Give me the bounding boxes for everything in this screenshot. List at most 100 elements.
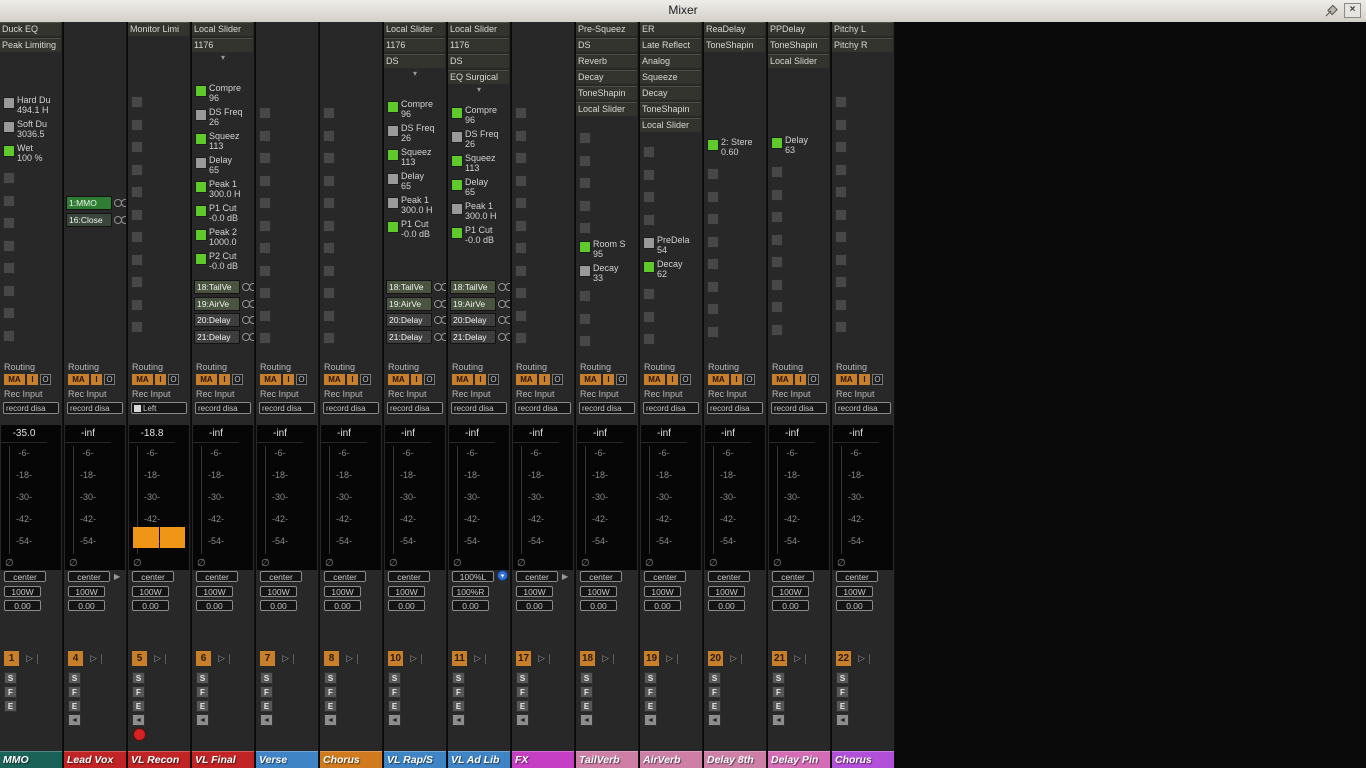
record-input-button[interactable]: record disa [835, 402, 891, 414]
fx-parameter[interactable]: Decay33 [579, 264, 638, 287]
fx-insert[interactable]: Local Slider [640, 118, 701, 132]
pan-control[interactable]: center [196, 571, 238, 582]
fx-insert[interactable]: DS [576, 38, 637, 52]
speaker-mute-button[interactable]: ◄ [644, 714, 657, 726]
fx-insert[interactable]: Duck EQ [0, 22, 61, 36]
fx-insert[interactable]: ER [640, 22, 701, 36]
fx-parameter[interactable]: Squeez113 [387, 148, 446, 171]
fader-track[interactable] [329, 446, 330, 554]
channel-f-button[interactable]: F [324, 686, 337, 698]
mono-button[interactable]: ∅ [5, 558, 14, 569]
track-name-label[interactable]: VL Ad Lib [448, 751, 510, 768]
fx-parameter[interactable]: P1 Cut-0.0 dB [387, 220, 446, 243]
trim-control[interactable]: 0.00 [580, 600, 617, 611]
send-slot[interactable]: 21:Delay [386, 330, 446, 345]
input-button[interactable]: I [731, 374, 742, 385]
fader-value[interactable]: -inf [769, 425, 815, 443]
width-control[interactable]: 100W [132, 586, 169, 597]
fx-insert[interactable]: Analog [640, 54, 701, 68]
channel-number-button[interactable]: 4 [68, 651, 83, 666]
speaker-mute-button[interactable]: ◄ [324, 714, 337, 726]
fader-track[interactable] [9, 446, 10, 554]
output-button[interactable]: O [488, 374, 499, 385]
width-control[interactable]: 100W [324, 586, 361, 597]
record-input-button[interactable]: record disa [579, 402, 635, 414]
pan-control[interactable]: center [388, 571, 430, 582]
channel-s-button[interactable]: S [388, 672, 401, 684]
fx-parameter[interactable]: P1 Cut-0.0 dB [195, 204, 254, 227]
width-control[interactable]: 100W [836, 586, 873, 597]
send-pan-knob-icon[interactable] [441, 316, 447, 324]
fx-insert[interactable]: ToneShapin [704, 38, 765, 52]
fx-parameter[interactable]: Compre96 [451, 106, 510, 129]
channel-s-button[interactable]: S [836, 672, 849, 684]
channel-s-button[interactable]: S [68, 672, 81, 684]
trim-control[interactable]: 0.00 [708, 600, 745, 611]
channel-s-button[interactable]: S [324, 672, 337, 684]
phase-icon[interactable]: ▷ [794, 653, 801, 664]
channel-s-button[interactable]: S [708, 672, 721, 684]
channel-s-button[interactable]: S [644, 672, 657, 684]
channel-e-button[interactable]: E [196, 700, 209, 712]
output-button[interactable]: O [296, 374, 307, 385]
send-pan-knob-icon[interactable] [121, 199, 127, 207]
fader-value[interactable]: -inf [65, 425, 111, 443]
speaker-mute-button[interactable]: ◄ [580, 714, 593, 726]
fader-track[interactable] [73, 446, 74, 554]
channel-e-button[interactable]: E [324, 700, 337, 712]
master-send-button[interactable]: MA [132, 374, 153, 385]
fx-parameter[interactable]: P1 Cut-0.0 dB [451, 226, 510, 249]
speaker-mute-button[interactable]: ◄ [836, 714, 849, 726]
send-slot[interactable]: 21:Delay [194, 330, 254, 345]
fx-insert[interactable]: Peak Limiting [0, 38, 61, 52]
phase-icon[interactable]: ▷ [154, 653, 161, 664]
record-input-button[interactable]: record disa [259, 402, 315, 414]
fx-insert[interactable]: Decay [640, 86, 701, 100]
trim-control[interactable]: 0.00 [4, 600, 41, 611]
trim-control[interactable]: 0.00 [836, 600, 873, 611]
fx-parameter[interactable]: Hard Du494.1 H [3, 96, 62, 119]
record-input-button[interactable]: record disa [515, 402, 571, 414]
channel-e-button[interactable]: E [68, 700, 81, 712]
record-input-button[interactable]: record disa [707, 402, 763, 414]
width-control[interactable]: 100W [4, 586, 41, 597]
fx-insert[interactable]: Local Slider [192, 22, 253, 36]
fader-track[interactable] [457, 446, 458, 554]
channel-f-button[interactable]: F [196, 686, 209, 698]
fx-insert[interactable]: ToneShapin [768, 38, 829, 52]
channel-e-button[interactable]: E [836, 700, 849, 712]
pan-mode-arrow-icon[interactable]: ▶ [562, 572, 568, 581]
channel-e-button[interactable]: E [4, 700, 17, 712]
output-button[interactable]: O [616, 374, 627, 385]
phase-icon[interactable]: ▷ [90, 653, 97, 664]
output-button[interactable]: O [40, 374, 51, 385]
channel-number-button[interactable]: 5 [132, 651, 147, 666]
fx-parameter[interactable]: Peak 21000.0 [195, 228, 254, 251]
output-button[interactable]: O [808, 374, 819, 385]
speaker-mute-button[interactable]: ◄ [388, 714, 401, 726]
phase-icon[interactable]: ▷ [26, 653, 33, 664]
input-button[interactable]: I [219, 374, 230, 385]
send-pan-knob-icon[interactable] [505, 283, 511, 291]
channel-number-button[interactable]: 7 [260, 651, 275, 666]
trim-control[interactable]: 0.00 [516, 600, 553, 611]
track-name-label[interactable]: Delay Pin [768, 751, 830, 768]
fader-value[interactable]: -inf [641, 425, 687, 443]
trim-control[interactable]: 0.00 [452, 600, 489, 611]
speaker-mute-button[interactable]: ◄ [196, 714, 209, 726]
mono-button[interactable]: ∅ [645, 558, 654, 569]
channel-e-button[interactable]: E [516, 700, 529, 712]
input-button[interactable]: I [667, 374, 678, 385]
fx-parameter[interactable]: P2 Cut-0.0 dB [195, 252, 254, 275]
width-control[interactable]: 100W [772, 586, 809, 597]
channel-e-button[interactable]: E [708, 700, 721, 712]
fader-value[interactable]: -inf [513, 425, 559, 443]
pan-control[interactable]: center [4, 571, 46, 582]
send-pan-knob-icon[interactable] [249, 283, 255, 291]
channel-number-button[interactable]: 18 [580, 651, 595, 666]
width-control[interactable]: 100W [516, 586, 553, 597]
pan-control[interactable]: center [68, 571, 110, 582]
send-slot[interactable]: 21:Delay [450, 330, 510, 345]
fx-parameter[interactable]: Delay65 [451, 178, 510, 201]
track-name-label[interactable]: FX [512, 751, 574, 768]
